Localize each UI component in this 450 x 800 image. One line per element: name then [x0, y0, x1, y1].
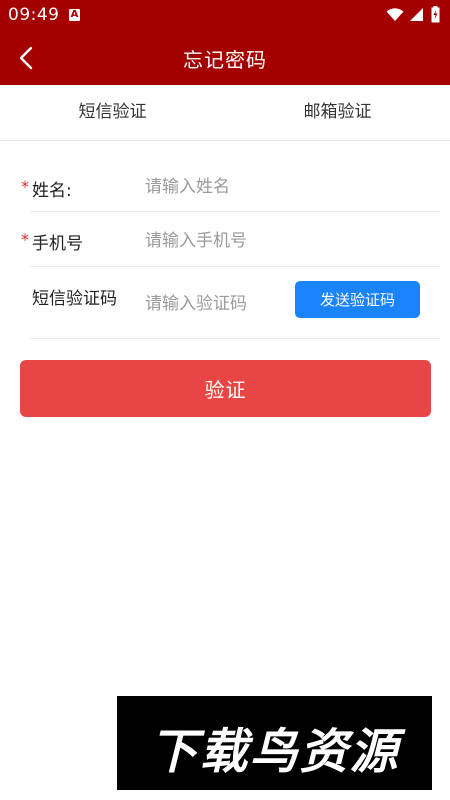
phone-row: * 手机号: [0, 212, 450, 267]
sms-code-row: 短信验证码 发送验证码: [0, 267, 450, 339]
phone-input[interactable]: [145, 229, 285, 253]
sms-code-label: 短信验证码: [32, 289, 117, 309]
divider: [30, 338, 440, 339]
watermark-text: 下载鸟资源: [149, 724, 400, 780]
page-title: 忘记密码: [183, 48, 267, 72]
tab-email-verification[interactable]: 邮箱验证: [225, 85, 450, 140]
notification-badge: A: [69, 9, 80, 21]
required-mark: *: [21, 177, 29, 196]
name-input[interactable]: [145, 175, 285, 199]
tab-sms-verification[interactable]: 短信验证: [0, 85, 225, 140]
verification-tabs: 短信验证 邮箱验证: [0, 85, 450, 141]
name-row: * 姓名:: [0, 160, 450, 212]
sms-code-input[interactable]: [145, 292, 285, 316]
signal-icon: [410, 8, 423, 21]
app-bar: 忘记密码: [0, 31, 450, 85]
verify-button[interactable]: 验证: [20, 360, 431, 417]
send-code-button[interactable]: 发送验证码: [295, 281, 420, 318]
phone-label: 手机号: [32, 234, 83, 254]
required-mark: *: [21, 230, 29, 249]
battery-icon: [431, 6, 440, 23]
watermark-logo: 下载鸟资源: [117, 696, 432, 790]
name-label: 姓名:: [32, 181, 72, 201]
status-bar: 09:49 A: [0, 0, 450, 31]
wifi-icon: [386, 8, 404, 21]
status-time: 09:49: [8, 5, 60, 25]
